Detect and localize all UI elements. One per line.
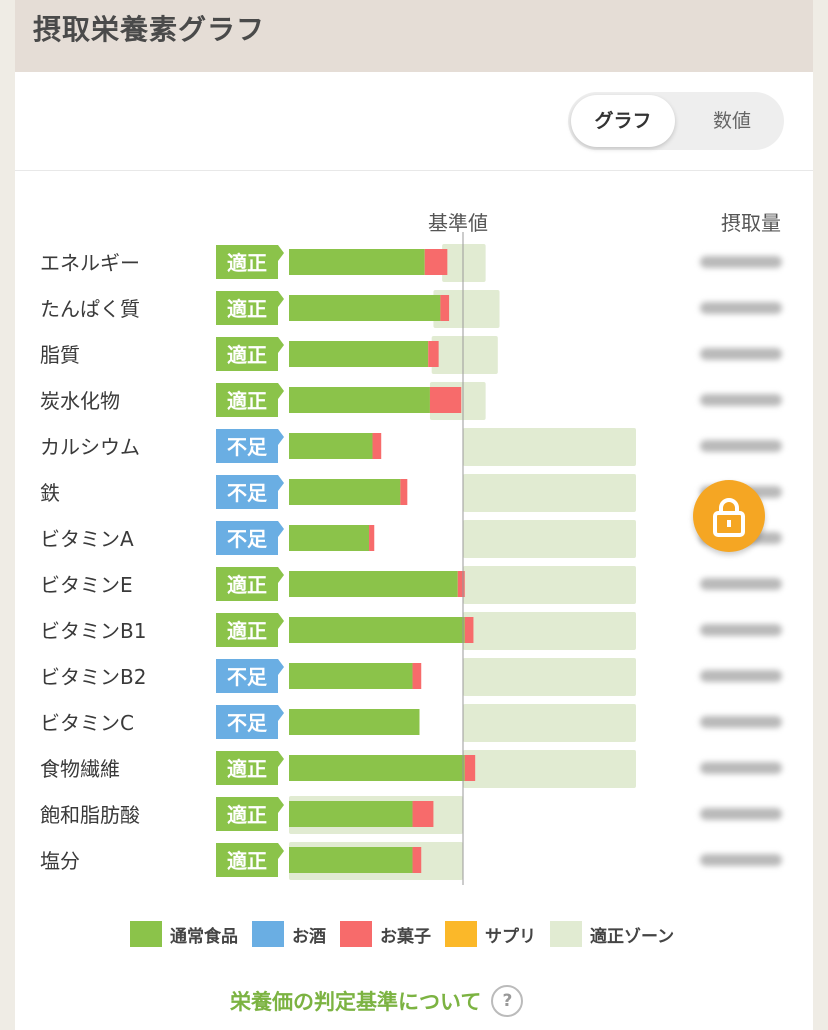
zone-bar bbox=[463, 566, 636, 604]
status-label: 適正 bbox=[227, 573, 267, 597]
intake-value-blurred bbox=[700, 440, 782, 452]
zone-bar bbox=[463, 704, 636, 742]
normal-food-bar bbox=[289, 571, 458, 597]
status-label: 不足 bbox=[227, 711, 268, 735]
legend-swatch bbox=[340, 921, 372, 947]
intake-value-blurred bbox=[700, 256, 782, 268]
normal-food-bar bbox=[289, 709, 420, 735]
snack-bar bbox=[428, 341, 439, 367]
legend-swatch bbox=[550, 921, 582, 947]
snack-bar bbox=[429, 387, 462, 413]
intake-value-blurred bbox=[700, 808, 782, 820]
nutrient-label: 食物繊維 bbox=[40, 757, 120, 781]
normal-food-bar bbox=[289, 341, 429, 367]
nutrient-label: カルシウム bbox=[40, 435, 140, 459]
normal-food-bar bbox=[289, 433, 373, 459]
normal-food-bar bbox=[289, 295, 441, 321]
normal-food-bar bbox=[289, 755, 465, 781]
intake-value-blurred bbox=[700, 762, 782, 774]
nutrient-label: ビタミンB1 bbox=[40, 619, 146, 643]
legend-swatch bbox=[445, 921, 477, 947]
legend-label: サプリ bbox=[485, 926, 536, 947]
legend-item: 通常食品 bbox=[130, 921, 238, 947]
zone-bar bbox=[463, 658, 636, 696]
snack-bar bbox=[412, 801, 434, 827]
snack-bar bbox=[412, 663, 422, 689]
zone-bar bbox=[463, 750, 636, 788]
criteria-link[interactable]: 栄養価の判定基準について ? bbox=[230, 985, 524, 1017]
status-label: 適正 bbox=[227, 343, 267, 367]
status-label: 適正 bbox=[227, 389, 267, 413]
intake-value-blurred bbox=[700, 624, 782, 636]
zone-bar bbox=[442, 244, 486, 282]
legend-label: お酒 bbox=[292, 926, 326, 947]
zone-bar bbox=[431, 336, 498, 374]
nutrient-label: たんぱく質 bbox=[40, 297, 140, 321]
criteria-link-label: 栄養価の判定基準について bbox=[230, 990, 482, 1014]
lock-icon bbox=[713, 498, 745, 537]
snack-bar bbox=[400, 479, 408, 505]
snack-bar bbox=[424, 249, 448, 275]
nutrient-label: 飽和脂肪酸 bbox=[40, 803, 140, 827]
nutrient-label: 炭水化物 bbox=[40, 389, 120, 413]
normal-food-bar bbox=[289, 525, 370, 551]
nutrient-label: ビタミンB2 bbox=[40, 665, 146, 689]
nutrient-label: 塩分 bbox=[40, 849, 80, 873]
legend-swatch bbox=[130, 921, 162, 947]
legend-item: お酒 bbox=[252, 921, 326, 947]
intake-value-blurred bbox=[700, 670, 782, 682]
normal-food-bar bbox=[289, 847, 413, 873]
zone-bar bbox=[463, 520, 636, 558]
intake-value-blurred bbox=[700, 348, 782, 360]
snack-bar bbox=[369, 525, 375, 551]
legend-label: 適正ゾーン bbox=[590, 926, 675, 947]
status-label: 適正 bbox=[227, 297, 267, 321]
legend-label: 通常食品 bbox=[170, 926, 238, 947]
lock-button[interactable] bbox=[693, 480, 765, 552]
legend-item: お菓子 bbox=[340, 921, 431, 947]
legend-item: サプリ bbox=[445, 921, 536, 947]
legend-item: 適正ゾーン bbox=[550, 921, 674, 947]
nutrient-label: ビタミンC bbox=[40, 711, 134, 735]
status-label: 不足 bbox=[227, 665, 268, 689]
status-label: 不足 bbox=[227, 435, 268, 459]
legend-label: お菓子 bbox=[380, 926, 431, 947]
snack-bar bbox=[464, 617, 474, 643]
intake-value-blurred bbox=[700, 854, 782, 866]
status-label: 不足 bbox=[227, 527, 268, 551]
nutrient-label: 鉄 bbox=[40, 481, 60, 505]
legend-swatch bbox=[252, 921, 284, 947]
status-label: 適正 bbox=[227, 619, 267, 643]
zone-bar bbox=[463, 428, 636, 466]
status-label: 適正 bbox=[227, 757, 267, 781]
help-icon: ? bbox=[491, 985, 524, 1017]
intake-value-blurred bbox=[700, 302, 782, 314]
normal-food-bar bbox=[289, 663, 413, 689]
nutrient-label: ビタミンE bbox=[40, 573, 133, 597]
status-label: 適正 bbox=[227, 803, 267, 827]
nutrient-label: ビタミンA bbox=[40, 527, 134, 551]
status-label: 不足 bbox=[227, 481, 268, 505]
normal-food-bar bbox=[289, 617, 465, 643]
nutrient-label: エネルギー bbox=[40, 251, 140, 275]
snack-bar bbox=[440, 295, 450, 321]
normal-food-bar bbox=[289, 387, 430, 413]
nutrient-label: 脂質 bbox=[40, 343, 80, 367]
snack-bar bbox=[464, 755, 476, 781]
chart-legend: 通常食品 お酒 お菓子 サプリ 適正ゾーン bbox=[130, 920, 688, 948]
normal-food-bar bbox=[289, 801, 413, 827]
status-label: 適正 bbox=[227, 849, 267, 873]
intake-value-blurred bbox=[700, 716, 782, 728]
zone-bar bbox=[463, 474, 636, 512]
snack-bar bbox=[457, 571, 465, 597]
snack-bar bbox=[372, 433, 382, 459]
snack-bar bbox=[412, 847, 422, 873]
status-label: 適正 bbox=[227, 251, 267, 275]
zone-bar bbox=[463, 612, 636, 650]
intake-value-blurred bbox=[700, 394, 782, 406]
normal-food-bar bbox=[289, 479, 401, 505]
intake-value-blurred bbox=[700, 578, 782, 590]
normal-food-bar bbox=[289, 249, 425, 275]
